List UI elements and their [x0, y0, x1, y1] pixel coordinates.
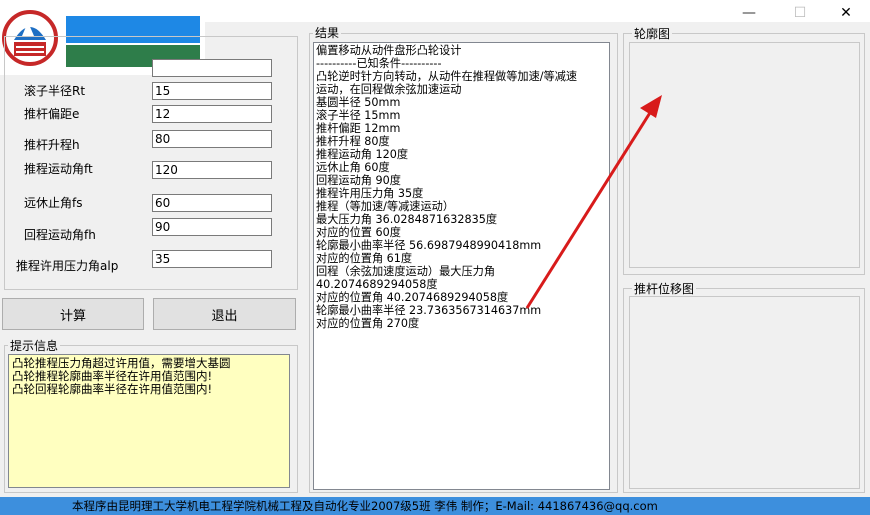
status-bar: 本程序由昆明理工大学机电工程学院机械工程及自动化专业2007级5班 李伟 制作；… — [0, 497, 870, 515]
status-text: 本程序由昆明理工大学机电工程学院机械工程及自动化专业2007级5班 李伟 制作；… — [72, 499, 658, 513]
annotation-arrow-icon — [525, 95, 662, 309]
